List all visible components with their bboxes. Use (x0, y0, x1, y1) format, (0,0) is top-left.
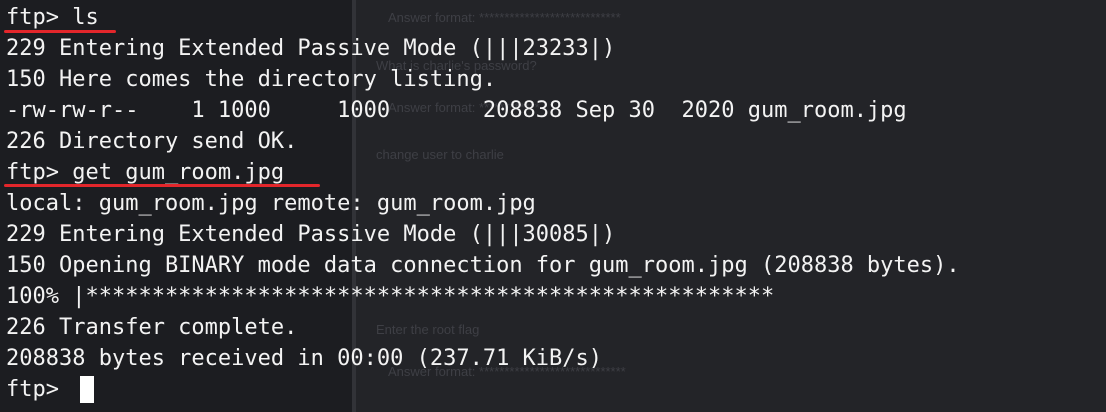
highlight-underline-ls (4, 30, 116, 33)
terminal-line-ls-command: ftp> ls (6, 5, 99, 30)
terminal-line: 150 Here comes the directory listing. (6, 67, 497, 92)
screen: Answer format: *************************… (0, 0, 1106, 412)
terminal-line: 229 Entering Extended Passive Mode (|||3… (6, 222, 616, 247)
terminal-line: 150 Opening BINARY mode data connection … (6, 253, 960, 278)
terminal-line: 229 Entering Extended Passive Mode (|||2… (6, 36, 616, 61)
terminal-prompt: ftp> (6, 377, 73, 402)
terminal-line: 226 Directory send OK. (6, 129, 298, 154)
terminal-line: 226 Transfer complete. (6, 315, 298, 340)
highlight-underline-get (4, 184, 320, 187)
terminal-line: local: gum_room.jpg remote: gum_room.jpg (6, 191, 536, 216)
terminal-cursor (80, 376, 94, 403)
terminal-line-file-listing: -rw-rw-r-- 1 1000 1000 208838 Sep 30 202… (6, 98, 907, 123)
terminal-output[interactable]: ftp> ls 229 Entering Extended Passive Mo… (0, 0, 1106, 412)
terminal-line-progress: 100% |**********************************… (6, 284, 775, 309)
terminal-line: 208838 bytes received in 00:00 (237.71 K… (6, 346, 603, 371)
